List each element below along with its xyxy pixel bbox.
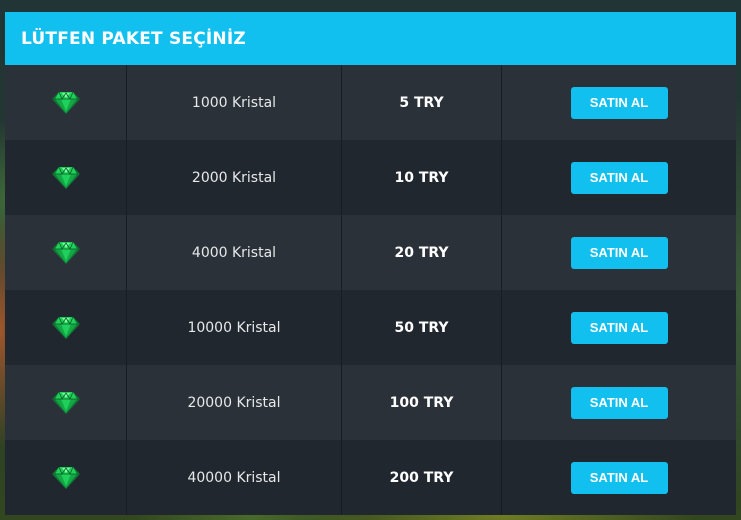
crystal-icon (51, 316, 81, 340)
package-icon-cell (5, 440, 127, 515)
buy-button[interactable]: SATIN AL (570, 236, 668, 269)
package-price: 200 TRY (389, 469, 454, 486)
crystal-icon (51, 91, 81, 115)
package-name: 10000 Kristal (187, 319, 281, 336)
package-selection-panel: LÜTFEN PAKET SEÇİNİZ 1000 Kristal 5 TRY … (5, 12, 736, 515)
package-price-cell: 10 TRY (342, 140, 502, 215)
package-row: 1000 Kristal 5 TRY SATIN AL (5, 65, 736, 140)
package-name: 1000 Kristal (191, 94, 277, 111)
package-icon-cell (5, 365, 127, 440)
buy-button[interactable]: SATIN AL (570, 161, 668, 194)
package-name-cell: 10000 Kristal (127, 290, 342, 365)
crystal-icon (51, 391, 81, 415)
panel-header: LÜTFEN PAKET SEÇİNİZ (5, 12, 736, 65)
package-price: 100 TRY (389, 394, 454, 411)
package-row: 40000 Kristal 200 TRY SATIN AL (5, 440, 736, 515)
buy-button[interactable]: SATIN AL (570, 86, 668, 119)
package-icon-cell (5, 290, 127, 365)
package-price-cell: 200 TRY (342, 440, 502, 515)
crystal-icon (51, 241, 81, 265)
package-buy-cell: SATIN AL (502, 140, 736, 215)
package-name: 4000 Kristal (191, 244, 277, 261)
package-name: 20000 Kristal (187, 394, 281, 411)
crystal-icon (51, 466, 81, 490)
buy-button[interactable]: SATIN AL (570, 461, 668, 494)
package-row: 4000 Kristal 20 TRY SATIN AL (5, 215, 736, 290)
package-price-cell: 20 TRY (342, 215, 502, 290)
package-price-cell: 5 TRY (342, 65, 502, 140)
package-price-cell: 100 TRY (342, 365, 502, 440)
crystal-icon (51, 166, 81, 190)
package-row: 10000 Kristal 50 TRY SATIN AL (5, 290, 736, 365)
package-row: 20000 Kristal 100 TRY SATIN AL (5, 365, 736, 440)
package-price-cell: 50 TRY (342, 290, 502, 365)
package-buy-cell: SATIN AL (502, 65, 736, 140)
package-list: 1000 Kristal 5 TRY SATIN AL 2000 Kristal… (5, 65, 736, 515)
package-icon-cell (5, 215, 127, 290)
package-icon-cell (5, 65, 127, 140)
package-price: 50 TRY (394, 319, 449, 336)
package-name-cell: 20000 Kristal (127, 365, 342, 440)
package-name: 40000 Kristal (187, 469, 281, 486)
package-buy-cell: SATIN AL (502, 365, 736, 440)
panel-title: LÜTFEN PAKET SEÇİNİZ (21, 28, 246, 49)
package-name-cell: 1000 Kristal (127, 65, 342, 140)
package-name-cell: 4000 Kristal (127, 215, 342, 290)
package-price: 20 TRY (394, 244, 449, 261)
package-name: 2000 Kristal (191, 169, 277, 186)
package-name-cell: 2000 Kristal (127, 140, 342, 215)
package-buy-cell: SATIN AL (502, 440, 736, 515)
package-price: 10 TRY (394, 169, 449, 186)
buy-button[interactable]: SATIN AL (570, 386, 668, 419)
package-buy-cell: SATIN AL (502, 290, 736, 365)
package-buy-cell: SATIN AL (502, 215, 736, 290)
package-name-cell: 40000 Kristal (127, 440, 342, 515)
package-row: 2000 Kristal 10 TRY SATIN AL (5, 140, 736, 215)
package-price: 5 TRY (399, 94, 444, 111)
package-icon-cell (5, 140, 127, 215)
buy-button[interactable]: SATIN AL (570, 311, 668, 344)
